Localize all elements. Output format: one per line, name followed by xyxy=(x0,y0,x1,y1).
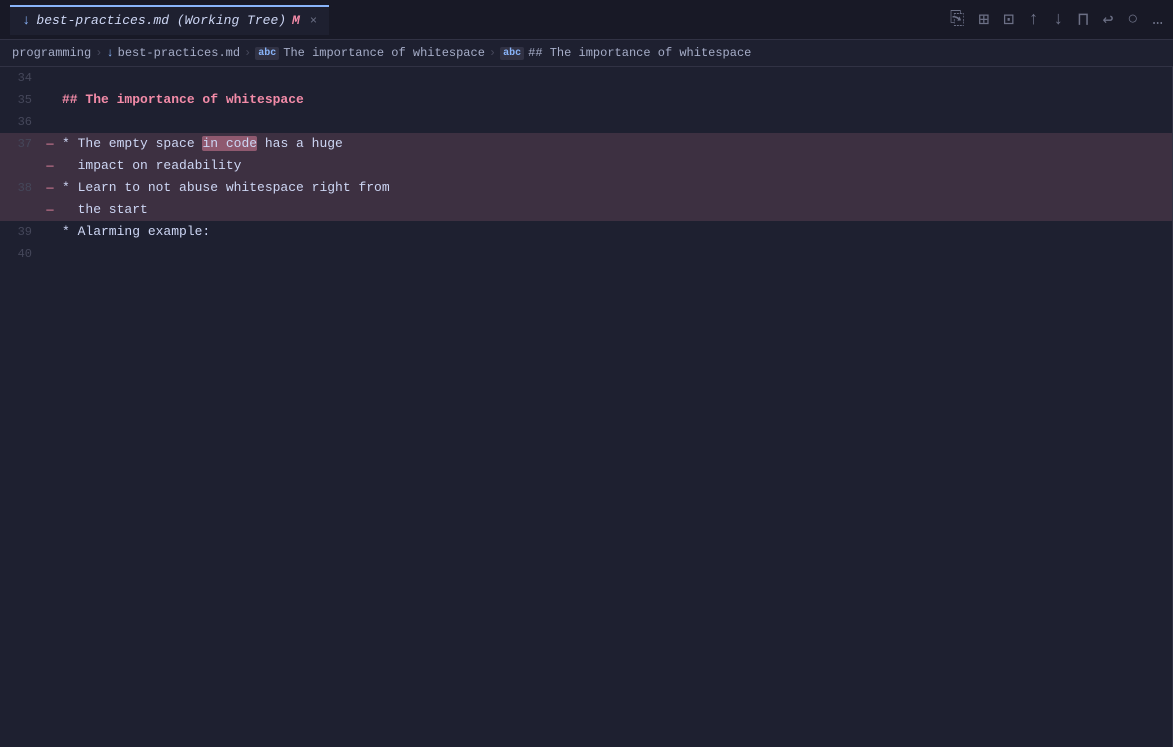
bc-section-1[interactable]: The importance of whitespace xyxy=(283,46,485,60)
active-tab[interactable]: ↓ best-practices.md (Working Tree) M × xyxy=(10,5,329,35)
action-down[interactable]: ↓ xyxy=(1053,10,1064,30)
left-pane[interactable]: 34 35 ## The importance of whitespace 36… xyxy=(0,67,1173,747)
action-more[interactable]: … xyxy=(1152,10,1163,30)
line-left-38a: 38 — * Learn to not abuse whitespace rig… xyxy=(0,177,1172,199)
tab-close-button[interactable]: × xyxy=(310,14,317,28)
action-revert[interactable]: ↩ xyxy=(1103,9,1114,31)
action-split[interactable]: ⊞ xyxy=(978,9,989,31)
lc-35-l: ## The importance of whitespace xyxy=(58,89,1172,111)
bc-filename[interactable]: best-practices.md xyxy=(118,46,240,60)
bc-sep-2: › xyxy=(244,46,251,60)
bc-programming[interactable]: programming xyxy=(12,46,91,60)
action-map[interactable]: ⊡ xyxy=(1003,9,1014,31)
lm-38a-l: — xyxy=(42,177,58,199)
lc-37a-l: * The empty space in code has a huge xyxy=(58,133,1172,155)
action-copy[interactable]: ⎘ xyxy=(950,9,964,30)
lm-37a-l: — xyxy=(42,133,58,155)
bc-icon-1: abc xyxy=(255,47,279,60)
ln-37a-l: 37 xyxy=(0,133,42,155)
title-bar: ↓ best-practices.md (Working Tree) M × ⎘… xyxy=(0,0,1173,40)
line-left-40: 40 xyxy=(0,243,1172,265)
line-left-35: 35 ## The importance of whitespace xyxy=(0,89,1172,111)
bc-sep-3: › xyxy=(489,46,496,60)
ln-39-l: 39 xyxy=(0,221,42,243)
line-left-37a: 37 — * The empty space in code has a hug… xyxy=(0,133,1172,155)
lc-37b-l: impact on readability xyxy=(58,155,1172,177)
editor-actions: ⎘ ⊞ ⊡ ↑ ↓ ⊓ ↩ ○ … xyxy=(950,9,1163,31)
line-left-34: 34 xyxy=(0,67,1172,89)
line-left-38b: — the start xyxy=(0,199,1172,221)
ln-34-l: 34 xyxy=(0,67,42,89)
tab-label: best-practices.md (Working Tree) xyxy=(36,13,286,28)
bc-sep-1: › xyxy=(95,46,102,60)
line-left-37b: — impact on readability xyxy=(0,155,1172,177)
bc-section-2[interactable]: ## The importance of whitespace xyxy=(528,46,751,60)
lm-37b-l: — xyxy=(42,155,58,177)
lc-38b-l: the start xyxy=(58,199,1172,221)
action-stage[interactable]: ⊓ xyxy=(1078,9,1089,31)
ln-40-l: 40 xyxy=(0,243,42,265)
line-left-36: 36 xyxy=(0,111,1172,133)
line-left-39: 39 * Alarming example: xyxy=(0,221,1172,243)
lm-38b-l: — xyxy=(42,199,58,221)
bc-arrow-icon: ↓ xyxy=(106,46,113,60)
breadcrumb: programming › ↓ best-practices.md › abc … xyxy=(0,40,1173,67)
lc-38a-l: * Learn to not abuse whitespace right fr… xyxy=(58,177,1172,199)
tab-modified-badge: M xyxy=(292,13,300,28)
ln-35-l: 35 xyxy=(0,89,42,111)
lc-39-l: * Alarming example: xyxy=(58,221,1172,243)
action-circle[interactable]: ○ xyxy=(1127,10,1138,30)
bc-icon-2: abc xyxy=(500,47,524,60)
ln-38a-l: 38 xyxy=(0,177,42,199)
ln-36-l: 36 xyxy=(0,111,42,133)
diff-container: 34 35 ## The importance of whitespace 36… xyxy=(0,67,1173,747)
action-up[interactable]: ↑ xyxy=(1028,10,1039,30)
tab-file-icon: ↓ xyxy=(22,13,30,29)
